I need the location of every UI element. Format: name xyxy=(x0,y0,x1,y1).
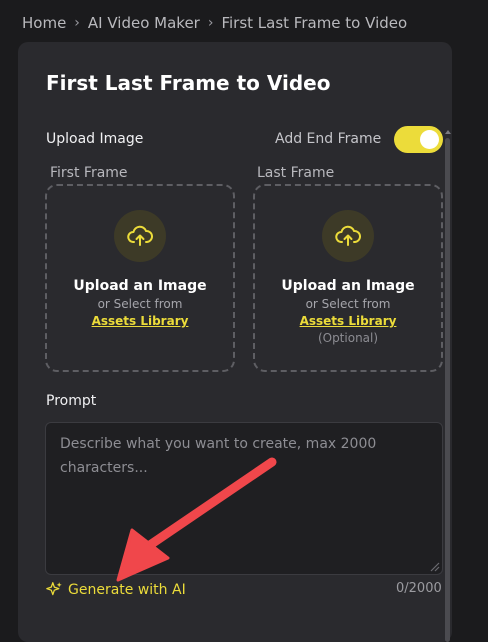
chevron-right-icon: › xyxy=(207,15,214,31)
breadcrumb: Home › AI Video Maker › First Last Frame… xyxy=(22,14,407,32)
toggle-knob xyxy=(420,130,439,149)
upload-title: Upload an Image xyxy=(281,278,415,294)
generate-with-ai-button[interactable]: Generate with AI xyxy=(46,581,186,598)
cloud-upload-icon xyxy=(322,210,374,262)
breadcrumb-ai-video-maker[interactable]: AI Video Maker xyxy=(88,14,200,32)
scrollbar-thumb[interactable] xyxy=(445,138,450,642)
generator-panel: First Last Frame to Video Upload Image A… xyxy=(18,42,452,642)
first-frame-label: First Frame xyxy=(50,165,128,181)
upload-image-label: Upload Image xyxy=(46,131,144,147)
cloud-upload-icon xyxy=(114,210,166,262)
generate-with-ai-label: Generate with AI xyxy=(68,581,186,598)
panel-title: First Last Frame to Video xyxy=(46,71,331,95)
assets-library-link[interactable]: Assets Library xyxy=(300,314,397,328)
last-frame-dropzone[interactable]: Upload an Image or Select from Assets Li… xyxy=(253,184,443,372)
character-count: 0/2000 xyxy=(396,581,442,596)
optional-note: (Optional) xyxy=(317,331,379,345)
add-end-frame-toggle[interactable] xyxy=(394,126,443,153)
sparkle-icon xyxy=(46,582,62,596)
upload-title: Upload an Image xyxy=(73,278,207,294)
breadcrumb-current: First Last Frame to Video xyxy=(221,14,408,32)
first-frame-dropzone[interactable]: Upload an Image or Select from Assets Li… xyxy=(45,184,235,372)
resize-handle-icon[interactable] xyxy=(430,562,440,572)
upload-subtitle: or Select from xyxy=(305,297,391,311)
upload-subtitle: or Select from xyxy=(97,297,183,311)
chevron-right-icon: › xyxy=(74,15,80,31)
scrollbar[interactable] xyxy=(444,128,452,642)
assets-library-link[interactable]: Assets Library xyxy=(92,314,189,328)
prompt-placeholder: Describe what you want to create, max 20… xyxy=(60,436,377,476)
scroll-up-arrow-icon[interactable] xyxy=(444,128,452,136)
prompt-textarea[interactable]: Describe what you want to create, max 20… xyxy=(45,422,443,575)
breadcrumb-home[interactable]: Home xyxy=(22,14,66,32)
last-frame-label: Last Frame xyxy=(257,165,335,181)
add-end-frame-label: Add End Frame xyxy=(275,131,382,147)
prompt-label: Prompt xyxy=(46,393,97,409)
